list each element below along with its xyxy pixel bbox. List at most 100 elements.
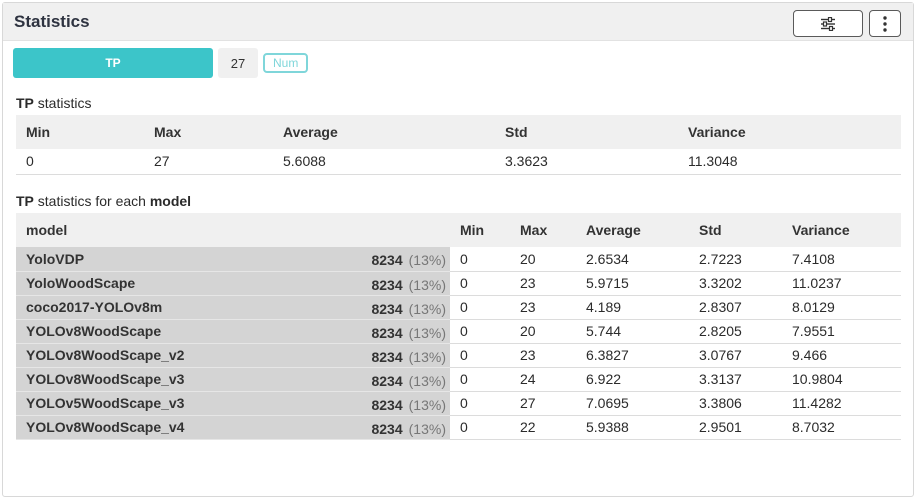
model-cell: YoloVDP 8234 (13%) — [16, 247, 450, 272]
summary-row: 0 27 5.6088 3.3623 11.3048 — [16, 149, 901, 175]
table-row: YOLOv8WoodScape_v2 8234 (13%) 0 23 6.3827 3.07… — [16, 343, 901, 368]
model-variance: 10.9804 — [782, 367, 901, 392]
more-vertical-icon — [883, 15, 887, 32]
panel-header: Statistics — [3, 3, 913, 41]
per-model-section-title: TP statistics for each model — [16, 193, 191, 209]
model-count-percent: (13%) — [408, 252, 446, 268]
table-row: YOLOv8WoodScape_v4 8234 (13%) 0 22 5.9388 2.95… — [16, 415, 901, 440]
model-count-percent: (13%) — [408, 348, 446, 365]
model-sample-count: 8234 (13%) — [371, 397, 446, 413]
summary-header-row: Min Max Average Std Variance — [16, 115, 901, 149]
model-max: 27 — [510, 391, 576, 416]
model-std: 2.7223 — [689, 247, 782, 272]
column-header-min: Min — [16, 115, 144, 149]
model-count-value: 8234 — [371, 348, 403, 365]
model-count-percent: (13%) — [408, 420, 446, 437]
model-variance: 11.4282 — [782, 391, 901, 416]
column-header-average: Average — [273, 115, 495, 149]
metric-count: 27 — [218, 48, 258, 78]
statistics-panel: Statistics TP 27 Num TP statistics Min M… — [2, 2, 914, 497]
per-model-title-metric: TP — [16, 193, 34, 209]
table-row: YoloWoodScape 8234 (13%) 0 23 5.9715 3.3202 11.… — [16, 271, 901, 296]
model-name: YoloWoodScape — [26, 275, 136, 291]
model-variance: 7.4108 — [782, 247, 901, 272]
model-count-percent: (13%) — [408, 276, 446, 293]
model-count-value: 8234 — [371, 372, 403, 389]
model-name: YoloVDP — [26, 250, 85, 267]
table-row: coco2017-YOLOv8m 8234 (13%) 0 23 4.189 2.8307 8… — [16, 295, 901, 320]
model-cell: YOLOv5WoodScape_v3 8234 (13%) — [16, 391, 450, 416]
model-name: YOLOv8WoodScape_v4 — [26, 419, 185, 435]
model-std: 2.9501 — [689, 415, 782, 440]
model-count-percent: (13%) — [408, 396, 446, 413]
model-std: 2.8205 — [689, 319, 782, 344]
metric-button-tp[interactable]: TP — [13, 48, 213, 78]
column-header-std: Std — [689, 213, 782, 247]
model-max: 22 — [510, 415, 576, 440]
per-model-title-middle: statistics for each — [37, 193, 146, 209]
model-cell: YoloWoodScape 8234 (13%) — [16, 271, 450, 296]
model-sample-count: 8234 (13%) — [371, 252, 446, 268]
model-count-value: 8234 — [371, 420, 403, 437]
model-sample-count: 8234 (13%) — [371, 373, 446, 389]
table-row: YOLOv8WoodScape_v3 8234 (13%) 0 24 6.922 3.313… — [16, 367, 901, 392]
model-count-percent: (13%) — [408, 300, 446, 317]
model-count-value: 8234 — [371, 300, 403, 317]
model-cell: YOLOv8WoodScape 8234 (13%) — [16, 319, 450, 344]
model-min: 0 — [450, 343, 510, 368]
column-header-variance: Variance — [678, 115, 901, 149]
column-header-average: Average — [576, 213, 689, 247]
summary-min: 0 — [16, 149, 144, 175]
model-name: YOLOv8WoodScape_v3 — [26, 371, 185, 387]
model-count-value: 8234 — [371, 324, 403, 341]
panel-title: Statistics — [14, 12, 90, 31]
summary-section-title: TP statistics — [16, 95, 91, 111]
metric-selector-row: TP 27 Num — [13, 47, 309, 79]
model-cell: coco2017-YOLOv8m 8234 (13%) — [16, 295, 450, 320]
model-count-value: 8234 — [371, 252, 403, 268]
model-count-value: 8234 — [371, 396, 403, 413]
model-name: YOLOv8WoodScape_v2 — [26, 347, 185, 363]
table-row: YoloVDP 8234 (13%) 0 20 2.6534 2.7223 7.4108 — [16, 247, 901, 272]
model-min: 0 — [450, 319, 510, 344]
column-header-max: Max — [144, 115, 273, 149]
model-sample-count: 8234 (13%) — [371, 301, 446, 317]
model-std: 3.3137 — [689, 367, 782, 392]
table-row: YOLOv5WoodScape_v3 8234 (13%) 0 27 7.0695 3.38… — [16, 391, 901, 416]
model-average: 4.189 — [576, 295, 689, 320]
summary-average: 5.6088 — [273, 149, 495, 175]
model-variance: 8.0129 — [782, 295, 901, 320]
model-average: 6.922 — [576, 367, 689, 392]
model-min: 0 — [450, 247, 510, 272]
model-max: 23 — [510, 343, 576, 368]
metric-type-badge: Num — [263, 53, 309, 73]
model-sample-count: 8234 (13%) — [371, 277, 446, 293]
more-options-button[interactable] — [869, 10, 901, 37]
model-min: 0 — [450, 295, 510, 320]
model-cell: YOLOv8WoodScape_v4 8234 (13%) — [16, 415, 450, 440]
model-cell: YOLOv8WoodScape_v3 8234 (13%) — [16, 367, 450, 392]
sliders-icon — [821, 16, 835, 31]
model-average: 5.9388 — [576, 415, 689, 440]
per-model-rows: YoloVDP 8234 (13%) 0 20 2.6534 2.7223 7.4108 Yol… — [16, 247, 901, 440]
model-average: 5.9715 — [576, 271, 689, 296]
model-variance: 7.9551 — [782, 319, 901, 344]
model-std: 3.3202 — [689, 271, 782, 296]
summary-std: 3.3623 — [495, 149, 678, 175]
per-model-title-group: model — [149, 193, 192, 209]
summary-variance: 11.3048 — [678, 149, 901, 175]
model-variance: 11.0237 — [782, 271, 901, 296]
model-average: 2.6534 — [576, 247, 689, 272]
model-sample-count: 8234 (13%) — [371, 349, 446, 365]
model-name: YOLOv8WoodScape — [26, 323, 162, 339]
model-count-percent: (13%) — [408, 324, 446, 341]
filter-settings-button[interactable] — [793, 10, 863, 37]
model-average: 7.0695 — [576, 391, 689, 416]
model-sample-count: 8234 (13%) — [371, 421, 446, 437]
summary-statistics-table: Min Max Average Std Variance 0 27 5.6088… — [16, 115, 901, 175]
model-cell: YOLOv8WoodScape_v2 8234 (13%) — [16, 343, 450, 368]
column-header-min: Min — [450, 213, 510, 247]
summary-title-metric: TP — [16, 95, 34, 111]
table-row: YOLOv8WoodScape 8234 (13%) 0 20 5.744 2.8205 7.… — [16, 319, 901, 344]
per-model-statistics-table: model Min Max Average Std Variance YoloV… — [16, 213, 901, 440]
